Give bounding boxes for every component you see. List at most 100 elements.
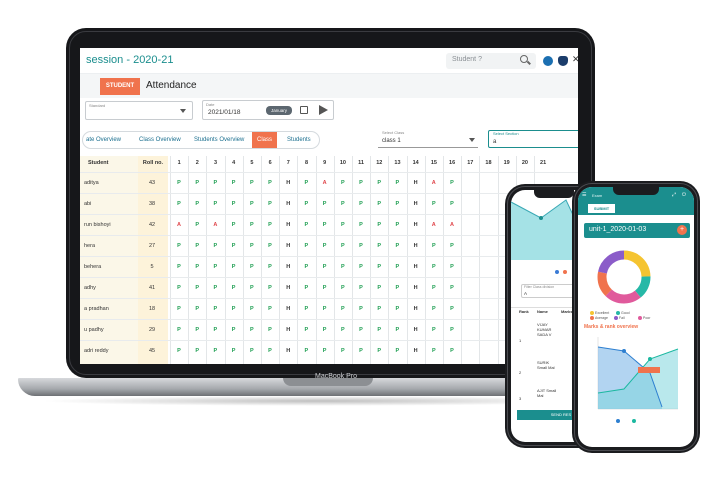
attendance-cell[interactable]: P xyxy=(370,201,388,207)
attendance-cell[interactable]: H xyxy=(407,243,425,249)
attendance-cell[interactable]: P xyxy=(261,306,279,312)
attendance-cell[interactable]: P xyxy=(261,243,279,249)
attendance-cell[interactable]: P xyxy=(297,243,315,249)
attendance-cell[interactable]: H xyxy=(279,327,297,333)
attendance-cell[interactable]: P xyxy=(443,264,461,270)
power-icon[interactable]: ⏻ xyxy=(682,192,686,198)
attendance-cell[interactable]: P xyxy=(334,348,352,354)
attendance-cell[interactable]: A xyxy=(206,222,224,228)
attendance-cell[interactable]: P xyxy=(388,264,406,270)
class-select[interactable]: Select Class class 1 xyxy=(378,130,478,148)
attendance-cell[interactable]: P xyxy=(316,327,334,333)
attendance-cell[interactable]: P xyxy=(352,201,370,207)
attendance-cell[interactable]: P xyxy=(370,222,388,228)
attendance-cell[interactable]: P xyxy=(206,327,224,333)
tab-students[interactable]: Students xyxy=(287,132,311,148)
attendance-cell[interactable]: P xyxy=(316,201,334,207)
attendance-cell[interactable]: P xyxy=(370,180,388,186)
attendance-cell[interactable]: P xyxy=(352,180,370,186)
attendance-cell[interactable]: P xyxy=(334,201,352,207)
send-icon[interactable] xyxy=(319,105,328,115)
attendance-cell[interactable]: P xyxy=(334,243,352,249)
attendance-cell[interactable]: P xyxy=(188,180,206,186)
attendance-cell[interactable]: P xyxy=(225,285,243,291)
attendance-cell[interactable]: P xyxy=(425,348,443,354)
attendance-cell[interactable]: H xyxy=(407,264,425,270)
attendance-cell[interactable]: P xyxy=(261,285,279,291)
attendance-cell[interactable]: P xyxy=(243,264,261,270)
attendance-cell[interactable]: P xyxy=(334,327,352,333)
attendance-cell[interactable]: P xyxy=(388,306,406,312)
attendance-cell[interactable]: P xyxy=(261,327,279,333)
attendance-cell[interactable]: P xyxy=(388,243,406,249)
attendance-cell[interactable]: P xyxy=(170,348,188,354)
attendance-cell[interactable]: P xyxy=(425,201,443,207)
attendance-cell[interactable]: P xyxy=(316,285,334,291)
attendance-cell[interactable]: P xyxy=(316,264,334,270)
attendance-cell[interactable]: A xyxy=(443,222,461,228)
attendance-cell[interactable]: P xyxy=(243,180,261,186)
attendance-cell[interactable]: P xyxy=(243,306,261,312)
attendance-cell[interactable]: P xyxy=(334,222,352,228)
attendance-cell[interactable]: P xyxy=(316,348,334,354)
section-select[interactable]: Select Section a xyxy=(488,130,578,148)
attendance-cell[interactable]: P xyxy=(388,348,406,354)
attendance-cell[interactable]: H xyxy=(407,285,425,291)
attendance-cell[interactable]: P xyxy=(225,180,243,186)
attendance-cell[interactable]: P xyxy=(188,264,206,270)
attendance-cell[interactable]: P xyxy=(425,306,443,312)
attendance-cell[interactable]: P xyxy=(170,306,188,312)
attendance-cell[interactable]: P xyxy=(352,285,370,291)
attendance-cell[interactable]: P xyxy=(170,201,188,207)
attendance-cell[interactable]: P xyxy=(243,243,261,249)
attendance-cell[interactable]: P xyxy=(206,348,224,354)
attendance-cell[interactable]: P xyxy=(425,264,443,270)
attendance-cell[interactable]: P xyxy=(388,201,406,207)
attendance-cell[interactable]: P xyxy=(334,264,352,270)
attendance-cell[interactable]: P xyxy=(243,201,261,207)
attendance-cell[interactable]: P xyxy=(334,285,352,291)
tab-class-overview[interactable]: Class Overview xyxy=(139,132,181,148)
attendance-cell[interactable]: P xyxy=(261,264,279,270)
attendance-cell[interactable]: P xyxy=(225,243,243,249)
attendance-cell[interactable]: P xyxy=(225,201,243,207)
attendance-cell[interactable]: H xyxy=(279,285,297,291)
attendance-cell[interactable]: P xyxy=(206,264,224,270)
attendance-cell[interactable]: P xyxy=(297,306,315,312)
attendance-cell[interactable]: P xyxy=(188,327,206,333)
attendance-cell[interactable]: P xyxy=(206,201,224,207)
attendance-cell[interactable]: P xyxy=(425,327,443,333)
attendance-cell[interactable]: P xyxy=(297,264,315,270)
attendance-cell[interactable]: P xyxy=(352,264,370,270)
attendance-cell[interactable]: P xyxy=(225,348,243,354)
search-input[interactable]: Student ? xyxy=(446,53,536,69)
attendance-cell[interactable]: P xyxy=(188,348,206,354)
attendance-cell[interactable]: P xyxy=(443,348,461,354)
standard-select[interactable]: Standard xyxy=(85,101,193,120)
attendance-cell[interactable]: P xyxy=(206,180,224,186)
fullscreen-icon[interactable]: ⤢ xyxy=(672,192,676,198)
attendance-cell[interactable]: P xyxy=(334,306,352,312)
attendance-cell[interactable]: P xyxy=(443,306,461,312)
attendance-cell[interactable]: H xyxy=(407,180,425,186)
attendance-cell[interactable]: P xyxy=(170,264,188,270)
attendance-cell[interactable]: H xyxy=(279,201,297,207)
attendance-cell[interactable]: P xyxy=(388,285,406,291)
attendance-cell[interactable]: P xyxy=(316,222,334,228)
attendance-cell[interactable]: H xyxy=(279,306,297,312)
tab-class[interactable]: Class xyxy=(252,132,278,148)
attendance-cell[interactable]: P xyxy=(443,327,461,333)
attendance-cell[interactable]: P xyxy=(188,201,206,207)
attendance-cell[interactable]: P xyxy=(243,285,261,291)
attendance-cell[interactable]: P xyxy=(352,348,370,354)
close-icon[interactable]: ✕ xyxy=(572,54,578,64)
attendance-cell[interactable]: P xyxy=(388,180,406,186)
menu-icon[interactable]: ☰ xyxy=(582,192,586,198)
attendance-cell[interactable]: P xyxy=(352,327,370,333)
attendance-cell[interactable]: P xyxy=(370,243,388,249)
attendance-cell[interactable]: H xyxy=(279,222,297,228)
attendance-cell[interactable]: P xyxy=(443,201,461,207)
attendance-cell[interactable]: P xyxy=(188,285,206,291)
attendance-cell[interactable]: P xyxy=(316,243,334,249)
attendance-cell[interactable]: P xyxy=(443,285,461,291)
